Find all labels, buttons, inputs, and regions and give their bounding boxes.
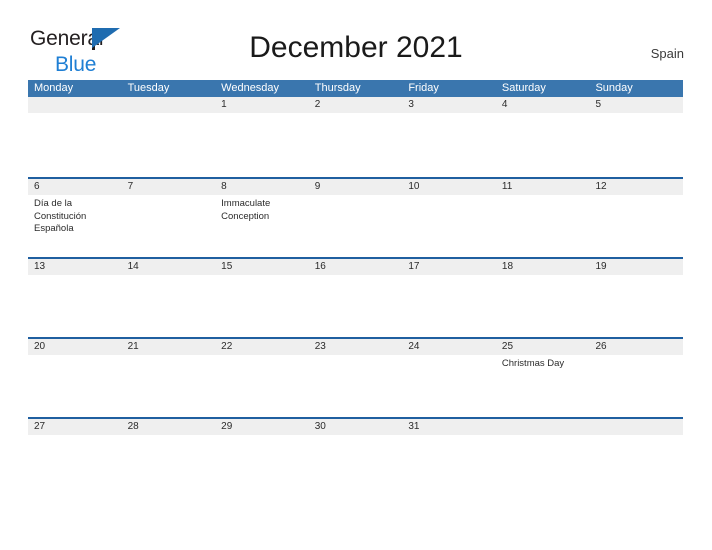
day-events: Immaculate Conception [215, 195, 309, 223]
day-number: 12 [589, 179, 684, 195]
day-number: 23 [308, 339, 403, 355]
day-number: 17 [402, 259, 496, 275]
calendar-day-15[interactable]: 15 [215, 259, 309, 337]
calendar-day-7[interactable]: 7 [121, 179, 216, 257]
weekday-header-friday: Friday [408, 82, 439, 94]
day-number: 6 [28, 179, 122, 195]
day-number: 8 [215, 179, 309, 195]
day-number: 15 [215, 259, 309, 275]
day-number: 9 [308, 179, 403, 195]
holiday-label: Immaculate Conception [221, 198, 271, 222]
calendar-day-17[interactable]: 17 [402, 259, 496, 337]
weekday-header-thursday: Thursday [314, 82, 361, 94]
calendar-week-row: 12345 [28, 97, 684, 177]
day-number: 4 [495, 97, 590, 113]
calendar-day-26[interactable]: 26 [589, 339, 684, 417]
day-number: 3 [402, 97, 496, 113]
calendar-day-12[interactable]: 12 [589, 179, 684, 257]
calendar-day-22[interactable]: 22 [215, 339, 309, 417]
calendar-week-row: 27 28 29 30 31 [28, 417, 684, 497]
day-number: 25 [495, 339, 590, 355]
calendar-day-8[interactable]: 8 Immaculate Conception [215, 179, 309, 257]
calendar-day-24[interactable]: 24 [402, 339, 496, 417]
day-number: 20 [28, 339, 122, 355]
calendar-day-14[interactable]: 14 [121, 259, 216, 337]
weekday-header-row: Monday Tuesday Wednesday Thursday Friday Satu… [28, 80, 683, 97]
calendar-day-27[interactable]: 27 [28, 419, 122, 497]
day-number: 13 [28, 259, 122, 275]
day-number [121, 97, 216, 113]
weekday-header-tuesday: Tuesday [127, 82, 170, 94]
day-number: 18 [495, 259, 590, 275]
day-number: 30 [308, 419, 403, 435]
day-number: 5 [589, 97, 684, 113]
holiday-label: Christmas Day [501, 358, 565, 369]
calendar-week-row: 20 21 22 23 24 25 Christmas Day 26 [28, 337, 684, 417]
calendar-day-9[interactable]: 9 [308, 179, 403, 257]
weekday-header-monday: Monday [34, 82, 74, 94]
calendar-day-1[interactable]: 1 [215, 97, 309, 177]
weekday-header-wednesday: Wednesday [221, 82, 280, 94]
calendar-day-5[interactable]: 5 [589, 97, 684, 177]
calendar-day-16[interactable]: 16 [308, 259, 403, 337]
day-number: 2 [308, 97, 403, 113]
day-number: 28 [121, 419, 216, 435]
day-number: 10 [402, 179, 496, 195]
calendar-week-row: 6 Día de la Constitución Española 7 8 Immacu… [28, 177, 684, 257]
day-number: 27 [28, 419, 122, 435]
day-number: 11 [495, 179, 590, 195]
country-label: Spain [650, 46, 684, 61]
calendar-day-4[interactable]: 4 [495, 97, 590, 177]
calendar-day-6[interactable]: 6 Día de la Constitución Española [28, 179, 122, 257]
day-number: 7 [121, 179, 216, 195]
weekday-header-sunday: Sunday [595, 82, 633, 94]
calendar-day-21[interactable]: 21 [121, 339, 216, 417]
calendar-day-23[interactable]: 23 [308, 339, 403, 417]
day-number: 1 [215, 97, 309, 113]
calendar-day-empty [28, 97, 122, 177]
calendar-day-18[interactable]: 18 [495, 259, 590, 337]
day-number: 22 [215, 339, 309, 355]
calendar-day-20[interactable]: 20 [28, 339, 122, 417]
calendar-day-30[interactable]: 30 [308, 419, 403, 497]
day-number: 24 [402, 339, 496, 355]
day-number: 19 [589, 259, 684, 275]
day-number [495, 419, 590, 435]
day-number: 14 [121, 259, 216, 275]
calendar-day-28[interactable]: 28 [121, 419, 216, 497]
day-events: Christmas Day [496, 355, 590, 371]
day-number: 31 [402, 419, 496, 435]
calendar-day-29[interactable]: 29 [215, 419, 309, 497]
holiday-label: Día de la Constitución Española [34, 198, 87, 234]
calendar-day-13[interactable]: 13 [28, 259, 122, 337]
calendar-day-empty [589, 419, 684, 497]
calendar-weeks: 1 2 3 4 5 6 Día de la Constitución Española 7 8 I… [28, 97, 684, 497]
day-number [589, 419, 684, 435]
calendar-day-empty [495, 419, 590, 497]
calendar-day-31[interactable]: 31 [402, 419, 496, 497]
calendar-day-10[interactable]: 10 [402, 179, 496, 257]
page-header: General Blue December 2021 Spain [0, 0, 712, 75]
day-number: 16 [308, 259, 403, 275]
calendar-day-2[interactable]: 2 [308, 97, 403, 177]
day-number: 26 [589, 339, 684, 355]
calendar-day-25[interactable]: 25 Christmas Day [495, 339, 590, 417]
day-number [28, 97, 122, 113]
calendar-grid: Monday Tuesday Wednesday Thursday Friday Satu… [28, 80, 684, 497]
day-number: 21 [121, 339, 216, 355]
day-number: 29 [215, 419, 309, 435]
calendar-day-19[interactable]: 19 [589, 259, 684, 337]
weekday-header-saturday: Saturday [501, 82, 546, 94]
calendar-day-empty [121, 97, 216, 177]
page-title: December 2021 [249, 31, 463, 64]
calendar-week-row: 13 14 15 16 17 18 19 [28, 257, 684, 337]
day-events: Día de la Constitución Española [28, 195, 122, 236]
calendar-day-3[interactable]: 3 [402, 97, 496, 177]
calendar-day-11[interactable]: 11 [495, 179, 590, 257]
